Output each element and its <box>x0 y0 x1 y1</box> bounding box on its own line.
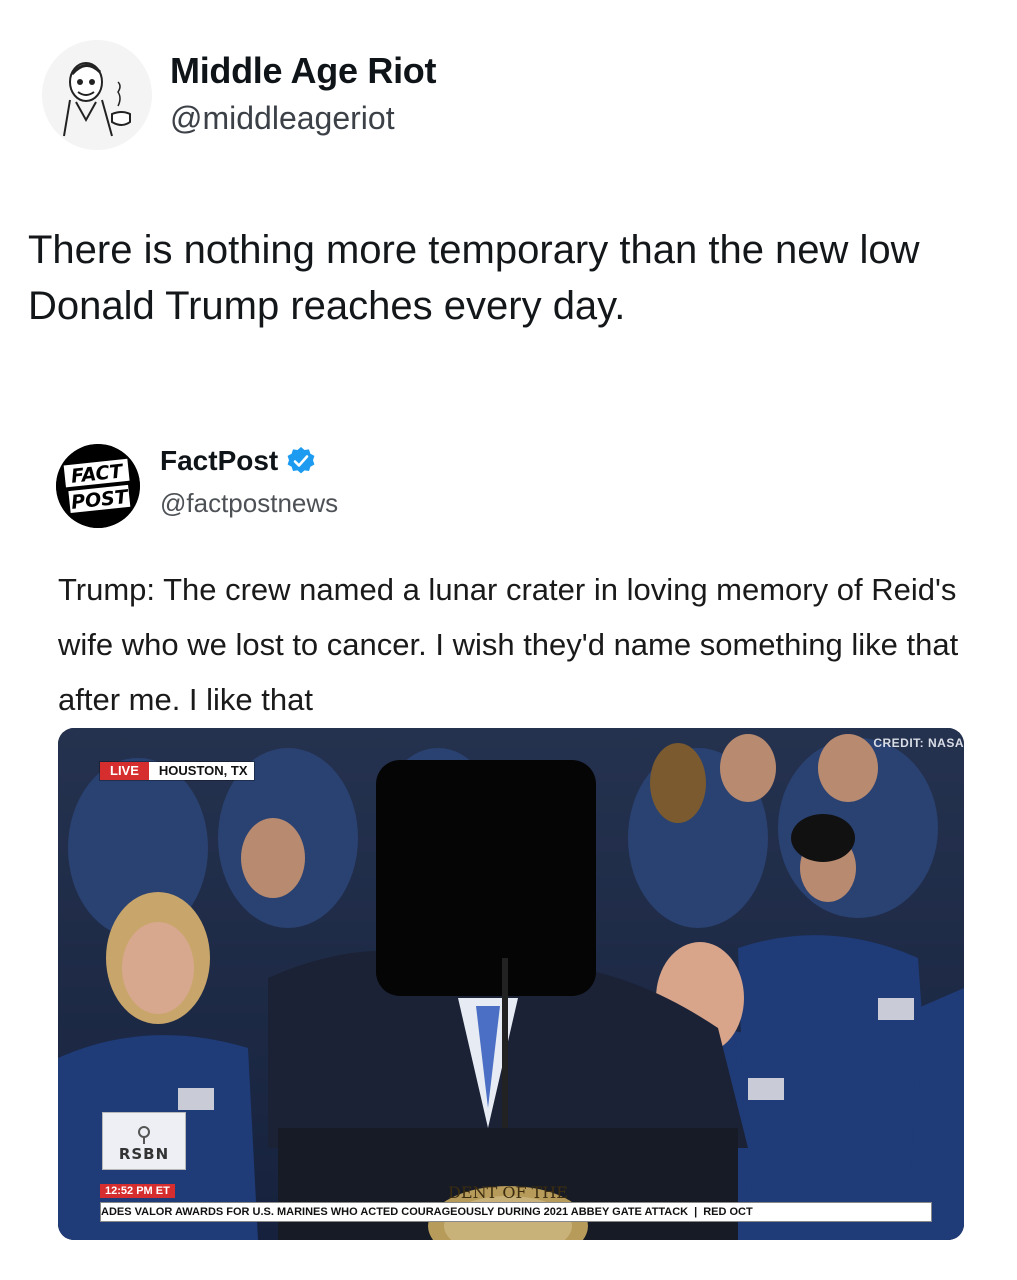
ticker-next: RED OCT <box>703 1206 753 1218</box>
video-frame: DENT OF THE <box>58 728 964 1240</box>
news-ticker: ADES VALOR AWARDS FOR U.S. MARINES WHO A… <box>100 1202 932 1222</box>
quote-handle[interactable]: @factpostnews <box>160 488 338 519</box>
tweet-text: There is nothing more temporary than the… <box>28 228 920 328</box>
quote-avatar[interactable]: FACT POST <box>56 444 140 528</box>
ticker-separator: | <box>694 1206 698 1218</box>
time-label: 12:52 PM ET <box>100 1184 175 1198</box>
display-name[interactable]: Middle Age Riot <box>170 50 436 92</box>
video-media[interactable]: DENT OF THE LIVE HOUSTON, TX CREDIT: NAS… <box>58 728 964 1240</box>
quote-text: Trump: The crew named a lunar crater in … <box>58 572 959 717</box>
network-logo: RSBN <box>102 1112 186 1170</box>
cartoon-man-pipe-avatar-icon <box>42 40 152 150</box>
live-label: LIVE <box>100 762 149 780</box>
credit-label: CREDIT: NASA <box>873 736 964 750</box>
network-label: RSBN <box>118 1145 170 1163</box>
quote-display-name-label: FactPost <box>160 445 279 476</box>
verified-badge-icon <box>287 447 315 474</box>
quote-display-name[interactable]: FactPost <box>160 445 316 477</box>
seal-text: DENT OF THE <box>448 1183 568 1202</box>
microphone-icon <box>138 1126 150 1144</box>
handle[interactable]: @middleageriot <box>170 100 395 137</box>
live-badge: LIVE HOUSTON, TX <box>100 762 254 780</box>
avatar[interactable] <box>42 40 152 150</box>
location-label: HOUSTON, TX <box>148 762 254 780</box>
factpost-logo-icon: FACT POST <box>56 444 140 528</box>
ticker-text: ADES VALOR AWARDS FOR U.S. MARINES WHO A… <box>101 1206 689 1218</box>
